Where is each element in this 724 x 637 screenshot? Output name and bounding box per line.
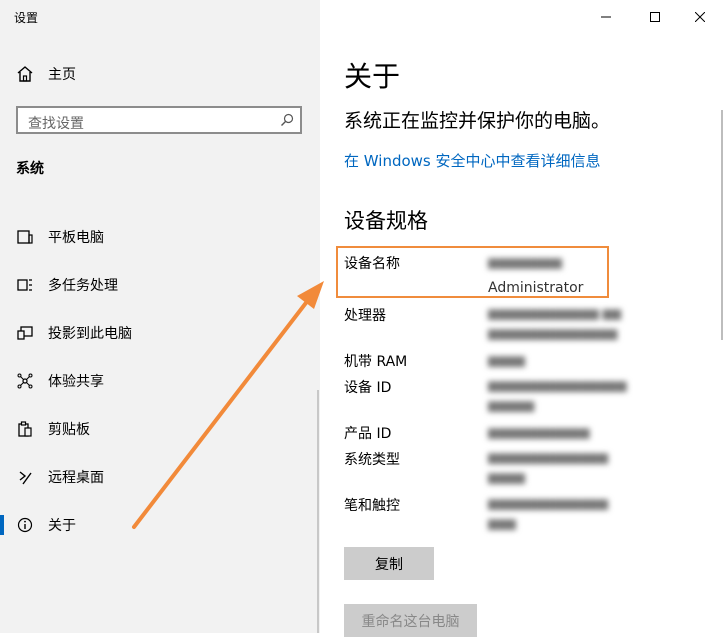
search-placeholder: 查找设置: [28, 116, 84, 132]
sidebar-item-about[interactable]: 关于: [0, 507, 320, 543]
maximize-icon: [650, 12, 660, 22]
device-name-blurred: ▆▆▆▆▆▆▆▆: [488, 255, 562, 269]
search-input[interactable]: 查找设置: [16, 106, 302, 134]
minimize-icon: [601, 16, 611, 18]
security-status: 系统正在监控并保护你的电脑。: [344, 110, 611, 132]
sidebar-item-tablet[interactable]: 平板电脑: [0, 219, 320, 255]
settings-sidebar: 设置 主页 查找设置 系统 平板电脑 多任务处理 投影到此电脑 体验共享 剪贴板…: [0, 0, 320, 633]
product-id-value-blurred: ▆▆▆▆▆▆▆▆▆▆▆: [488, 425, 590, 439]
security-center-link[interactable]: 在 Windows 安全中心中查看详细信息: [344, 150, 601, 171]
sidebar-item-multitasking[interactable]: 多任务处理: [0, 267, 320, 303]
sidebar-item-label: 平板电脑: [48, 230, 104, 246]
copy-button[interactable]: 复制: [344, 547, 434, 580]
shared-experiences-icon: [16, 372, 34, 390]
system-type-label: 系统类型: [344, 452, 400, 468]
close-icon: [695, 12, 705, 22]
device-name-label: 设备名称: [344, 256, 400, 272]
sidebar-item-label: 远程桌面: [48, 470, 104, 486]
rename-pc-button[interactable]: 重命名这台电脑: [344, 604, 477, 637]
device-id-label: 设备 ID: [344, 380, 392, 396]
clipboard-icon: [16, 420, 34, 438]
tablet-icon: [16, 228, 34, 246]
sidebar-item-projecting[interactable]: 投影到此电脑: [0, 315, 320, 351]
sidebar-item-shared-experiences[interactable]: 体验共享: [0, 363, 320, 399]
sidebar-item-clipboard[interactable]: 剪贴板: [0, 411, 320, 447]
about-page: 关于 系统正在监控并保护你的电脑。 在 Windows 安全中心中查看详细信息 …: [320, 0, 724, 637]
home-nav-item[interactable]: 主页: [16, 62, 76, 86]
pen-touch-value-blurred: ▆▆▆▆▆▆▆▆▆▆▆▆▆ ▆▆▆: [488, 496, 608, 530]
search-icon[interactable]: [280, 113, 294, 127]
sidebar-item-label: 多任务处理: [48, 278, 118, 294]
sidebar-item-label: 体验共享: [48, 374, 104, 390]
device-id-value-blurred: ▆▆▆▆▆▆▆▆▆▆▆▆▆▆▆ ▆▆▆▆▆: [488, 378, 627, 412]
pen-touch-label: 笔和触控: [344, 498, 400, 514]
sidebar-item-label: 剪贴板: [48, 422, 90, 438]
home-label: 主页: [48, 67, 76, 83]
window-title: 设置: [14, 11, 39, 25]
sidebar-item-label: 关于: [48, 518, 76, 534]
minimize-button[interactable]: [584, 0, 628, 34]
remote-desktop-icon: [16, 468, 34, 486]
device-name-value: Administrator: [488, 280, 584, 296]
processor-value-blurred: ▆▆▆▆▆▆▆▆▆▆▆▆ ▆▆ ▆▆▆▆▆▆▆▆▆▆▆▆▆▆: [488, 306, 622, 340]
projecting-icon: [16, 324, 34, 342]
sidebar-item-label: 投影到此电脑: [48, 326, 132, 342]
system-type-value-blurred: ▆▆▆▆▆▆▆▆▆▆▆▆▆ ▆▆▆▆: [488, 450, 608, 484]
section-title-system: 系统: [16, 161, 44, 177]
product-id-label: 产品 ID: [344, 426, 392, 442]
maximize-button[interactable]: [633, 0, 677, 34]
processor-label: 处理器: [344, 308, 386, 324]
ram-label: 机带 RAM: [344, 354, 408, 370]
info-icon: [16, 516, 34, 534]
multitasking-icon: [16, 276, 34, 294]
device-specs-title: 设备规格: [344, 209, 428, 233]
sidebar-item-remote-desktop[interactable]: 远程桌面: [0, 459, 320, 495]
sidebar-scrollbar[interactable]: [317, 390, 319, 633]
content-scrollbar[interactable]: [721, 110, 723, 340]
ram-value-blurred: ▆▆▆▆: [488, 353, 525, 367]
page-title: 关于: [344, 60, 401, 93]
home-icon: [17, 66, 33, 82]
close-button[interactable]: [678, 0, 722, 34]
